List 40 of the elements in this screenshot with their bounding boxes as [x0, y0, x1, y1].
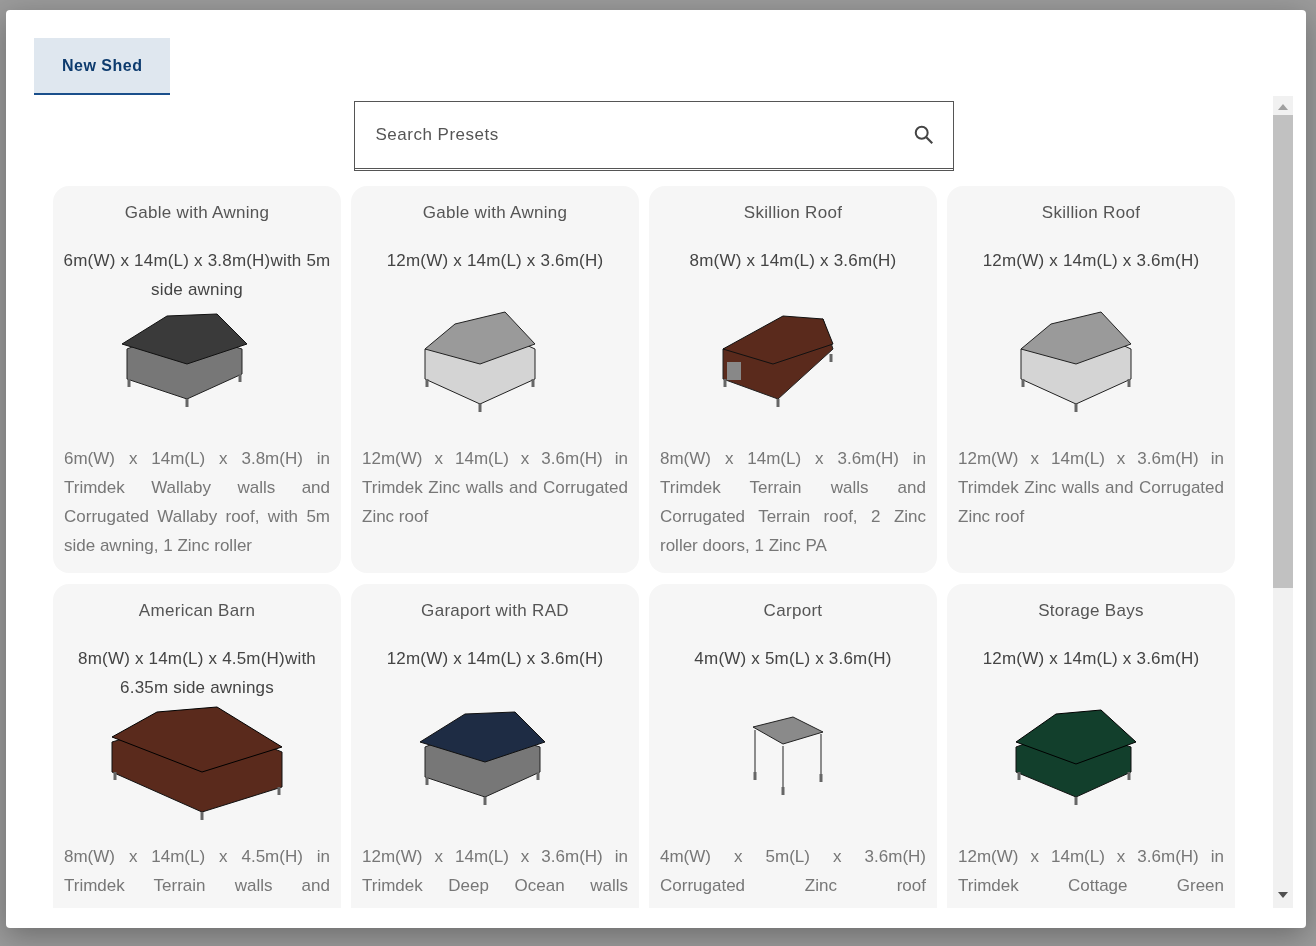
preset-title: Garaport with RAD: [421, 601, 569, 622]
preset-description: 12m(W) x 14m(L) x 3.6m(H) in Trimdek Cottage Green: [957, 846, 1225, 897]
search-input[interactable]: Search Presets: [373, 124, 913, 146]
preset-dimensions: 6m(W) x 14m(L) x 3.8m(H)with 5m side awning: [63, 250, 331, 301]
preset-title: American Barn: [138, 601, 256, 622]
preset-description: 8m(W) x 14m(L) x 3.6m(H) in Trimdek Terrain walls and Corrugated Terrain roof, 2 Zinc roller doors, 1 Zinc PA: [659, 448, 927, 557]
preset-title: Storage Bays: [1038, 601, 1144, 622]
preset-card[interactable]: Skillion Roof 12m(W) x 14m(L) x 3.6m(H) 12m(W) x 14m(L) x 3.6m(H) in Trimdek Zinc walls and Corrugated Zinc roof: [947, 186, 1235, 573]
preset-dimensions: 4m(W) x 5m(L) x 3.6m(H): [694, 648, 892, 670]
preset-card[interactable]: Gable with Awning 12m(W) x 14m(L) x 3.6m(H) 12m(W) x 14m(L) x 3.6m(H) in Trimdek Zinc walls and Corrugated Zinc roof: [351, 186, 639, 573]
preset-dimensions: 8m(W) x 14m(L) x 3.6m(H): [689, 250, 897, 272]
preset-dimensions: 8m(W) x 14m(L) x 4.5m(H)with 6.35m side awnings: [77, 648, 317, 699]
scroll-down-icon[interactable]: [1278, 892, 1288, 898]
search-icon[interactable]: [912, 124, 935, 146]
preset-description: 12m(W) x 14m(L) x 3.6m(H) in Trimdek Zinc walls and Corrugated Zinc roof: [361, 448, 629, 528]
preset-card[interactable]: Skillion Roof 8m(W) x 14m(L) x 3.6m(H) 8m(W) x 14m(L) x 3.6m(H) in Trimdek Terrain walls and Corrugated Terrain roof, 2 Zinc roller doors, 1 Zinc PA: [649, 186, 937, 573]
search-field[interactable]: Search Presets: [353, 101, 954, 171]
preset-description: 6m(W) x 14m(L) x 3.8m(H) in Trimdek Wallaby walls and Corrugated Wallaby roof, with 5m side awning, 1 Zinc roller: [63, 448, 331, 557]
preset-title: Carport: [763, 601, 823, 622]
scroll-up-icon[interactable]: [1278, 104, 1288, 110]
preset-dimensions: 12m(W) x 14m(L) x 3.6m(H): [386, 648, 604, 670]
preset-card[interactable]: American Barn 8m(W) x 14m(L) x 4.5m(H)with 6.35m side awnings 8m(W) x 14m(L) x 4.5m(H) in Trimdek Terrain walls and: [53, 584, 341, 908]
preset-description: 8m(W) x 14m(L) x 4.5m(H) in Trimdek Terrain walls and: [63, 846, 331, 897]
preset-title: Gable with Awning: [422, 203, 568, 224]
preset-dimensions: 12m(W) x 14m(L) x 3.6m(H): [386, 250, 604, 272]
preset-card[interactable]: Gable with Awning 6m(W) x 14m(L) x 3.8m(H)with 5m side awning 6m(W) x 14m(L) x 3.8m(H) in Trimdek Wallaby walls and Corrugated Wallaby roof, with 5m side awning, 1 Zinc roller: [53, 186, 341, 573]
preset-card[interactable]: Carport 4m(W) x 5m(L) x 3.6m(H) 4m(W) x 5m(L) x 3.6m(H) Corrugated Zinc roof: [649, 584, 937, 908]
scrollbar[interactable]: [1273, 96, 1293, 908]
preset-dimensions: 12m(W) x 14m(L) x 3.6m(H): [982, 250, 1200, 272]
preset-title: Skillion Roof: [1041, 203, 1141, 224]
tab[interactable]: New Shed: [34, 38, 171, 95]
preset-dimensions: 12m(W) x 14m(L) x 3.6m(H): [982, 648, 1200, 670]
preset-description: 4m(W) x 5m(L) x 3.6m(H) Corrugated Zinc roof: [659, 846, 927, 897]
preset-description: 12m(W) x 14m(L) x 3.6m(H) in Trimdek Zinc walls and Corrugated Zinc roof: [957, 448, 1225, 528]
preset-title: Gable with Awning: [124, 203, 270, 224]
preset-description: 12m(W) x 14m(L) x 3.6m(H) in Trimdek Deep Ocean walls: [361, 846, 629, 897]
preset-card[interactable]: Garaport with RAD 12m(W) x 14m(L) x 3.6m(H) 12m(W) x 14m(L) x 3.6m(H) in Trimdek Deep Ocean walls: [351, 584, 639, 908]
preset-title: Skillion Roof: [743, 203, 843, 224]
scrollbar-thumb[interactable]: [1273, 115, 1293, 588]
preset-card[interactable]: Storage Bays 12m(W) x 14m(L) x 3.6m(H) 12m(W) x 14m(L) x 3.6m(H) in Trimdek Cottage Green: [947, 584, 1235, 908]
